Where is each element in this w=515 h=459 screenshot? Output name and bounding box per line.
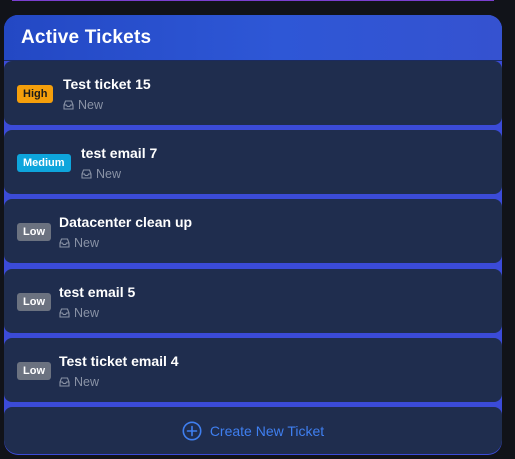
panel-header: Active Tickets <box>4 15 502 61</box>
ticket-status: New <box>81 167 121 181</box>
ticket-status: New <box>59 306 99 320</box>
status-text: New <box>96 167 122 181</box>
status-text: New <box>78 98 104 112</box>
priority-badge: High <box>17 85 54 103</box>
status-text: New <box>74 306 100 320</box>
priority-badge: Low <box>17 223 51 241</box>
ticket-item[interactable]: Low Test ticket email 4 New <box>4 338 502 402</box>
inbox-icon <box>81 169 92 179</box>
inbox-icon <box>63 100 74 110</box>
create-ticket-button[interactable]: Create New Ticket <box>4 407 502 454</box>
status-text: New <box>74 375 100 389</box>
plus-circle-icon <box>182 421 202 440</box>
ticket-item[interactable]: Low test email 5 New <box>4 269 502 333</box>
create-ticket-label: Create New Ticket <box>209 422 325 439</box>
status-text: New <box>74 236 100 250</box>
panel-title: Active Tickets <box>21 26 152 48</box>
inbox-icon <box>59 308 70 318</box>
ticket-status: New <box>59 375 99 389</box>
ticket-status: New <box>63 98 103 112</box>
top-divider <box>12 0 494 1</box>
ticket-status: New <box>59 236 99 250</box>
ticket-title: Test ticket 15 <box>63 76 151 92</box>
ticket-title: Test ticket email 4 <box>59 353 179 369</box>
priority-badge: Low <box>17 293 51 311</box>
ticket-item[interactable]: Medium test email 7 New <box>4 130 502 194</box>
ticket-title: test email 7 <box>81 145 158 161</box>
scrollbar-track[interactable] <box>506 0 515 459</box>
priority-badge: Medium <box>17 154 71 172</box>
ticket-item[interactable]: Low Datacenter clean up New <box>4 199 502 263</box>
inbox-icon <box>59 377 70 387</box>
ticket-title: test email 5 <box>59 284 136 300</box>
ticket-item[interactable]: High Test ticket 15 New <box>4 61 502 125</box>
inbox-icon <box>59 238 70 248</box>
priority-badge: Low <box>17 362 51 380</box>
active-tickets-panel: Active Tickets High Test ticket 15 New M… <box>4 15 502 455</box>
ticket-title: Datacenter clean up <box>59 214 193 230</box>
